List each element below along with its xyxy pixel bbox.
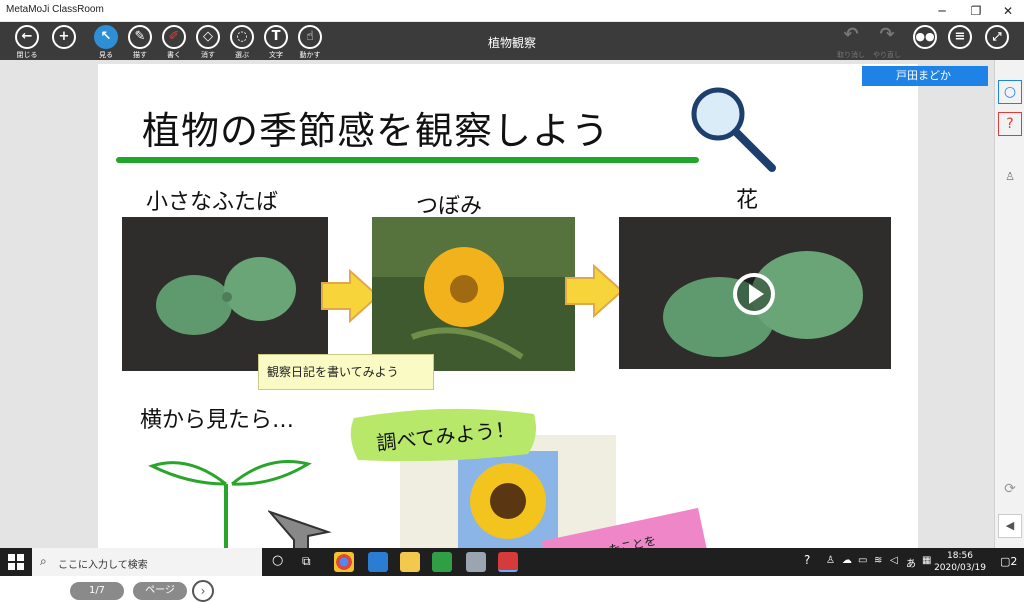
clock-time: 18:56 <box>947 551 973 561</box>
task-view-icon[interactable]: ⧉ <box>302 554 311 569</box>
next-page-button[interactable]: › <box>192 580 214 602</box>
label-bud: つぼみ <box>416 194 483 219</box>
sticky-note[interactable]: 観察日記を書いてみよう <box>258 354 434 390</box>
hamburger-icon: ≡ <box>948 25 972 49</box>
magnifier-icon <box>691 87 776 172</box>
bud-image <box>372 217 575 371</box>
side-view-label: 横から見たら… <box>140 408 295 433</box>
edge-icon[interactable] <box>368 552 388 572</box>
answer-circle-button[interactable]: ○ <box>998 80 1022 104</box>
taskbar-clock[interactable]: 18:56 2020/03/19 <box>930 550 990 574</box>
undo-icon: ↶ <box>843 24 859 45</box>
restore-button[interactable]: ❐ <box>960 0 992 22</box>
right-rail: ○ ? ♙ ⟳ ◀ <box>994 60 1024 548</box>
fullscreen-button[interactable]: ⤢ <box>980 25 1014 59</box>
question-icon: ? <box>1006 116 1014 132</box>
label-flower: 花 <box>736 188 759 213</box>
battery-icon[interactable]: ▭ <box>858 555 867 566</box>
workspace: 植物の季節感を観察しよう 小さなふたば つぼみ 花 観察日記を書いてみよう 横か… <box>0 60 1024 602</box>
ime-icon[interactable]: あ <box>906 555 916 570</box>
sprout-photo[interactable] <box>122 217 328 371</box>
sunflower-image <box>458 451 558 548</box>
arrow-right-icon-2 <box>565 264 624 318</box>
metamoji-app-icon[interactable] <box>498 552 518 572</box>
person-icon: ♙ <box>1005 170 1015 183</box>
title-underline <box>116 157 699 163</box>
undo-button[interactable]: ↶ 取り消し <box>834 24 868 60</box>
taskbar-search[interactable]: ⌕ ここに入力して検索 <box>32 548 262 576</box>
clock-date: 2020/03/19 <box>934 563 986 573</box>
close-window-button[interactable]: ✕ <box>992 0 1024 22</box>
main-toolbar: ← 閉じる + ↖ 見る ✎ 描す ✐ 書く ◇ 消す ◌ 選ぶ T 文字 ☝ … <box>0 22 1024 60</box>
redo-button[interactable]: ↷ やり直し <box>870 24 904 60</box>
play-icon[interactable] <box>732 272 776 316</box>
chrome-icon[interactable] <box>334 552 354 572</box>
person-tray-icon[interactable]: ♙ <box>826 555 835 566</box>
question-button[interactable]: ? <box>998 112 1022 136</box>
windows-taskbar: ⌕ ここに入力して検索 ○ ⧉ ? ♙ ☁ ▭ ≋ ◁ あ ▦ 18:56 20… <box>0 548 1024 576</box>
cortana-icon[interactable]: ○ <box>272 553 283 568</box>
participants-button[interactable]: ●● <box>908 25 942 59</box>
wifi-icon[interactable]: ≋ <box>874 555 882 566</box>
notification-icon[interactable]: ▢2 <box>1000 555 1017 568</box>
title-bar: MetaMoJi ClassRoom ─ ❐ ✕ <box>0 0 1024 22</box>
search-icon: ⌕ <box>40 554 47 568</box>
app-title: MetaMoJi ClassRoom <box>6 4 104 15</box>
page-indicator: 1/7 <box>70 582 124 600</box>
chevron-right-icon: › <box>200 584 206 598</box>
app-icon[interactable] <box>466 552 486 572</box>
minimize-button[interactable]: ─ <box>926 0 958 22</box>
bud-photo[interactable] <box>372 217 575 371</box>
sprout-image <box>122 217 328 371</box>
spreadsheet-app-icon[interactable] <box>432 552 452 572</box>
page-list-button[interactable]: ページ <box>133 582 187 600</box>
chevron-left-icon: ◀ <box>1005 519 1015 532</box>
pointer-arrow-graphic <box>268 510 332 548</box>
search-placeholder: ここに入力して検索 <box>58 560 148 571</box>
flower-video[interactable] <box>619 217 891 369</box>
sunflower-photo[interactable] <box>458 451 558 548</box>
user-name-badge: 戸田まどか <box>862 66 988 86</box>
notification-count: 2 <box>1010 555 1018 568</box>
label-sprout: 小さなふたば <box>146 190 279 215</box>
participant-count[interactable]: ♙ <box>998 166 1022 190</box>
volume-icon[interactable]: ◁ <box>890 555 898 566</box>
file-explorer-icon[interactable] <box>400 552 420 572</box>
menu-button[interactable]: ≡ <box>943 25 977 59</box>
collapse-rail-button[interactable]: ◀ <box>998 514 1022 538</box>
note-canvas[interactable]: 植物の季節感を観察しよう 小さなふたば つぼみ 花 観察日記を書いてみよう 横か… <box>98 64 918 548</box>
sync-button[interactable]: ⟳ <box>998 478 1022 502</box>
refresh-icon: ⟳ <box>1004 481 1016 497</box>
circle-icon: ○ <box>1003 84 1017 100</box>
group-icon: ●● <box>913 25 937 49</box>
help-icon[interactable]: ? <box>804 553 810 567</box>
cloud-icon[interactable]: ☁ <box>842 555 852 566</box>
redo-icon: ↷ <box>879 24 895 45</box>
page-title: 植物の季節感を観察しよう <box>142 109 611 153</box>
expand-icon: ⤢ <box>985 25 1009 49</box>
windows-start-icon[interactable] <box>8 554 24 570</box>
arrow-right-icon <box>321 269 380 323</box>
